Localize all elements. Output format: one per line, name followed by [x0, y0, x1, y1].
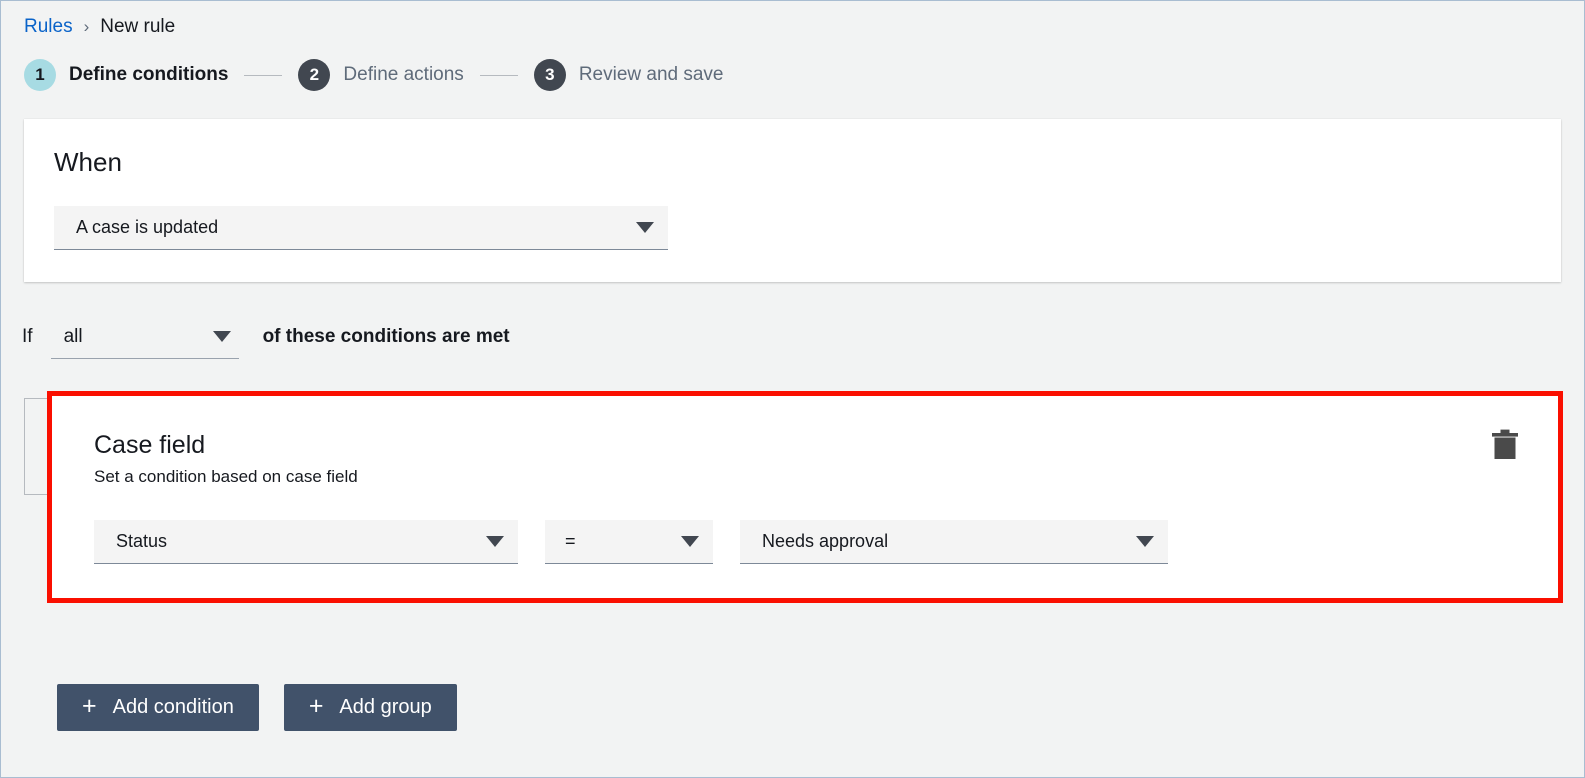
- add-condition-button[interactable]: + Add condition: [57, 684, 259, 731]
- when-card: When A case is updated: [24, 119, 1561, 282]
- trigger-select[interactable]: A case is updated: [54, 206, 668, 250]
- breadcrumb-link-rules[interactable]: Rules: [24, 15, 73, 39]
- add-group-button-label: Add group: [339, 696, 432, 718]
- plus-icon: +: [82, 692, 97, 720]
- condition-inputs-row: Status = Needs approval: [94, 520, 1558, 564]
- breadcrumb: Rules › New rule: [1, 1, 1584, 39]
- condition-card-title: Case field: [94, 431, 206, 459]
- match-type-select[interactable]: all: [50, 315, 239, 359]
- case-field-condition-card: Case field Set a condition based on case…: [52, 396, 1558, 598]
- operator-select[interactable]: =: [545, 520, 713, 564]
- condition-value-select-value: Needs approval: [762, 531, 889, 551]
- chevron-down-icon: [212, 331, 231, 342]
- step-connector-2: [479, 74, 518, 76]
- if-prefix-label: If: [22, 326, 33, 347]
- condition-value-select[interactable]: Needs approval: [740, 520, 1168, 564]
- if-suffix-label: of these conditions are met: [262, 326, 510, 347]
- case-field-select-value: Status: [116, 531, 168, 551]
- delete-condition-button[interactable]: [1487, 424, 1523, 464]
- step-1-number-badge: 1: [24, 59, 56, 91]
- case-field-select[interactable]: Status: [94, 520, 518, 564]
- wizard-stepper: 1 Define conditions 2 Define actions 3 R…: [1, 39, 1584, 91]
- add-group-button[interactable]: + Add group: [283, 684, 457, 731]
- trigger-select-value: A case is updated: [76, 217, 219, 237]
- trash-icon: [1492, 429, 1518, 459]
- step-2-label: Define actions: [343, 64, 464, 85]
- breadcrumb-separator-icon: ›: [83, 17, 90, 36]
- step-connector-1: [244, 74, 283, 76]
- highlighted-condition-outline: Case field Set a condition based on case…: [47, 391, 1563, 603]
- chevron-down-icon: [681, 536, 699, 547]
- condition-match-row: If all of these conditions are met: [1, 282, 1584, 359]
- step-2-number-badge: 2: [298, 59, 331, 91]
- chevron-down-icon: [1136, 536, 1154, 547]
- step-3-number-badge: 3: [533, 59, 566, 91]
- operator-select-value: =: [565, 531, 576, 551]
- when-card-title: When: [54, 147, 122, 177]
- step-review-and-save[interactable]: 3 Review and save: [533, 59, 724, 91]
- conditions-area: Case field Set a condition based on case…: [1, 391, 1584, 611]
- step-define-conditions[interactable]: 1 Define conditions: [24, 59, 228, 91]
- match-type-select-value: all: [63, 325, 83, 347]
- chevron-down-icon: [636, 222, 654, 233]
- condition-actions-row: + Add condition + Add group: [1, 684, 457, 731]
- step-3-label: Review and save: [578, 64, 724, 85]
- step-define-actions[interactable]: 2 Define actions: [298, 59, 464, 91]
- add-condition-button-label: Add condition: [112, 696, 234, 718]
- breadcrumb-current-new-rule: New rule: [100, 16, 176, 37]
- plus-icon: +: [308, 692, 324, 720]
- condition-card-description: Set a condition based on case field: [94, 467, 358, 486]
- chevron-down-icon: [486, 536, 504, 547]
- step-1-label: Define conditions: [69, 64, 229, 85]
